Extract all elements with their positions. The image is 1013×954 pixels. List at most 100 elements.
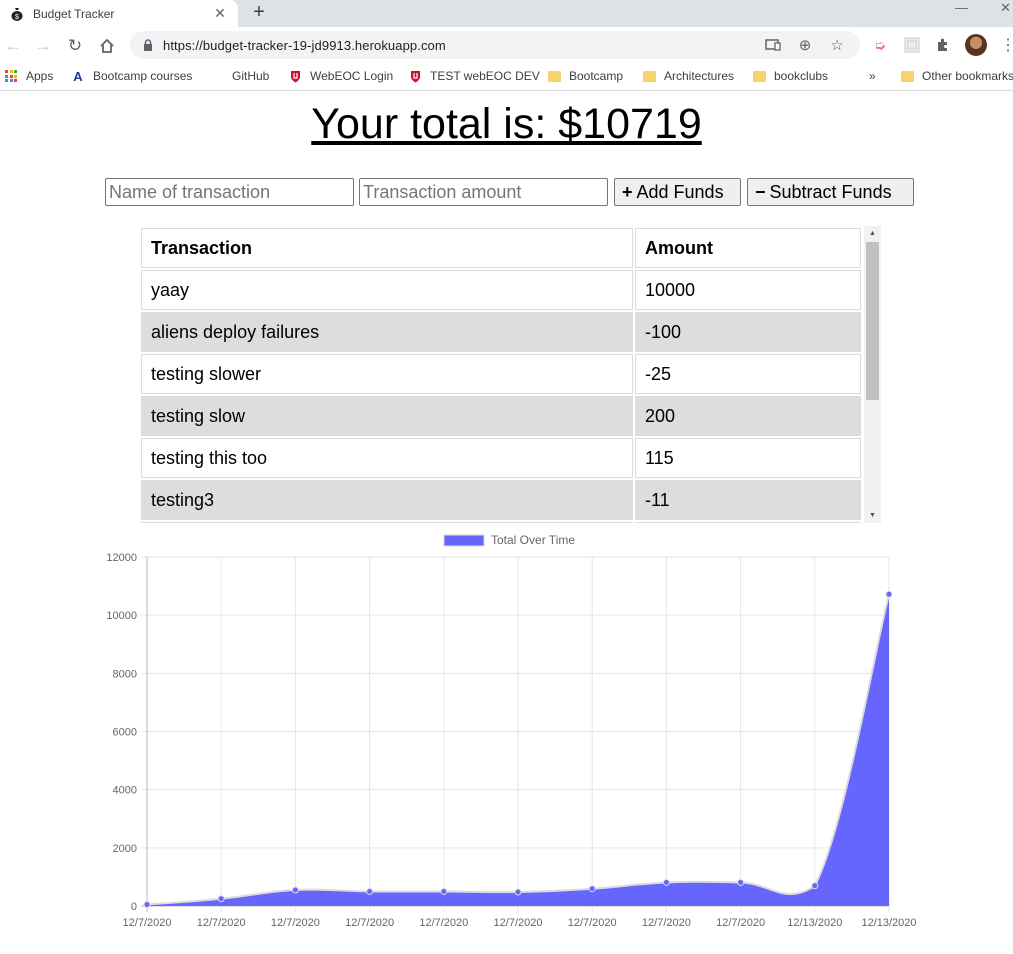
- close-tab-icon[interactable]: ✕: [212, 5, 228, 22]
- zoom-plus-icon[interactable]: ⊕: [796, 36, 814, 54]
- transaction-amount-cell: [635, 522, 861, 523]
- transaction-name-cell: aliens deploy failures: [141, 312, 633, 352]
- transactions-table-container[interactable]: Transaction Amount yaay 10000 aliens dep…: [139, 226, 881, 523]
- bookmark-label: Architectures: [664, 69, 735, 83]
- subtract-funds-label: Subtract Funds: [769, 181, 892, 202]
- scroll-up-arrow-icon[interactable]: ▲: [864, 226, 881, 241]
- bookmark-star-icon[interactable]: ☆: [828, 36, 846, 54]
- tab-strip: $ Budget Tracker ✕ + — ✕: [0, 0, 1013, 27]
- back-arrow-icon[interactable]: ←: [2, 35, 24, 57]
- transactions-table: Transaction Amount yaay 10000 aliens dep…: [139, 226, 863, 523]
- home-icon[interactable]: [96, 35, 118, 57]
- data-point: [588, 885, 596, 893]
- add-funds-button[interactable]: + Add Funds: [614, 178, 741, 206]
- table-row: [141, 522, 861, 523]
- y-tick-label: 10000: [106, 610, 137, 622]
- legend-swatch: [443, 534, 485, 547]
- address-bar[interactable]: https://budget-tracker-19-jd9913.herokua…: [130, 31, 860, 59]
- table-row: testing this too 115: [141, 438, 861, 478]
- transaction-amount-cell: -11: [635, 480, 861, 520]
- bookmark-label: WebEOC Login: [310, 69, 394, 83]
- browser-toolbar: ← → ↻ https://budget-tracker-19-jd9913.h…: [0, 27, 1013, 64]
- x-tick-label: 12/7/2020: [419, 917, 468, 929]
- bookmarks-overflow-button[interactable]: »: [869, 69, 876, 83]
- bookmark-apps[interactable]: Apps: [4, 69, 53, 83]
- close-window-icon[interactable]: ✕: [1000, 0, 1011, 16]
- y-tick-label: 4000: [113, 785, 137, 797]
- minus-icon: −: [755, 181, 766, 202]
- column-header-transaction: Transaction: [141, 228, 633, 268]
- bookmark-label: Bootcamp courses: [93, 69, 193, 83]
- forward-arrow-icon[interactable]: →: [32, 35, 54, 57]
- data-point: [217, 895, 225, 903]
- bookmark-label: Other bookmarks: [922, 69, 1013, 83]
- data-point: [291, 886, 299, 894]
- plus-icon: +: [622, 181, 633, 202]
- column-header-amount: Amount: [635, 228, 861, 268]
- data-point: [440, 887, 448, 895]
- profile-avatar[interactable]: [965, 34, 987, 56]
- bookmark-folder-bookclubs[interactable]: bookclubs: [752, 69, 828, 83]
- cast-icon[interactable]: [764, 36, 782, 54]
- transaction-amount-input[interactable]: [359, 178, 608, 206]
- reload-icon[interactable]: ↻: [64, 35, 86, 57]
- table-row: yaay 10000: [141, 270, 861, 310]
- browser-menu-icon[interactable]: ⋮: [1000, 35, 1013, 55]
- bookmark-other-bookmarks[interactable]: Other bookmarks: [900, 69, 1013, 83]
- folder-icon: [642, 69, 656, 83]
- x-tick-label: 12/7/2020: [642, 917, 691, 929]
- extension-arrow-icon[interactable]: ➭: [870, 35, 890, 55]
- bookmark-label: Apps: [26, 69, 54, 83]
- bookmark-label: TEST webEOC DEV: [430, 69, 540, 83]
- bookmark-label: GitHub: [232, 69, 270, 83]
- bookmark-webeoc-login[interactable]: WebEOC Login: [288, 69, 393, 83]
- new-tab-button[interactable]: +: [248, 1, 270, 23]
- chart-canvas: 0 2000 4000 6000 8000 10000 12000 12/7/2020 12/7…: [106, 533, 916, 929]
- data-point: [811, 882, 819, 890]
- lock-icon[interactable]: [142, 39, 154, 52]
- transaction-amount-cell: -25: [635, 354, 861, 394]
- legend-label: Total Over Time: [491, 533, 575, 547]
- total-over-time-chart: 0 2000 4000 6000 8000 10000 12000 12/7/2020 12/7…: [0, 528, 1013, 949]
- transaction-name-cell: testing slow: [141, 396, 633, 436]
- x-tick-label: 12/7/2020: [568, 917, 617, 929]
- bookmark-bootcamp-courses[interactable]: A Bootcamp courses: [71, 68, 193, 84]
- bookmarks-bar: Apps A Bootcamp courses GitHub WebEOC Lo…: [0, 64, 1013, 91]
- x-tick-label: 12/7/2020: [345, 917, 394, 929]
- bookmark-github[interactable]: GitHub: [232, 69, 269, 83]
- y-tick-label: 2000: [113, 843, 137, 855]
- folder-icon: [900, 69, 914, 83]
- transaction-name-cell: testing slower: [141, 354, 633, 394]
- bookmark-label: Bootcamp: [569, 69, 624, 83]
- transaction-name-cell: [141, 522, 633, 523]
- apps-grid-icon: [4, 69, 18, 83]
- bookmark-folder-bootcamp[interactable]: Bootcamp: [547, 69, 623, 83]
- svg-text:$: $: [15, 14, 19, 21]
- y-tick-label: 0: [131, 901, 137, 913]
- extensions-puzzle-icon[interactable]: [933, 35, 953, 55]
- transaction-name-input[interactable]: [105, 178, 354, 206]
- bookmark-test-webeoc-dev[interactable]: TEST webEOC DEV: [408, 69, 540, 83]
- transaction-name-cell: testing3: [141, 480, 633, 520]
- university-logo-icon: A: [73, 68, 83, 84]
- scrollbar-thumb[interactable]: [866, 242, 879, 400]
- browser-tab[interactable]: $ Budget Tracker ✕: [0, 0, 238, 27]
- transaction-name-cell: yaay: [141, 270, 633, 310]
- data-point: [737, 878, 745, 886]
- table-row: testing3 -11: [141, 480, 861, 520]
- shield-icon: [408, 69, 422, 83]
- minimize-icon[interactable]: —: [955, 0, 968, 15]
- transaction-amount-cell: 115: [635, 438, 861, 478]
- bookmark-folder-architectures[interactable]: Architectures: [642, 69, 734, 83]
- subtract-funds-button[interactable]: − Subtract Funds: [747, 178, 914, 206]
- scroll-down-arrow-icon[interactable]: ▼: [864, 508, 881, 523]
- transaction-amount-cell: 10000: [635, 270, 861, 310]
- data-point: [366, 887, 374, 895]
- x-tick-label: 12/13/2020: [787, 917, 842, 929]
- transaction-amount-cell: -100: [635, 312, 861, 352]
- table-header-row: Transaction Amount: [141, 228, 861, 268]
- y-tick-label: 12000: [106, 552, 137, 564]
- table-scrollbar[interactable]: ▲ ▼: [864, 226, 881, 523]
- extension-grid-icon[interactable]: [902, 35, 922, 55]
- x-tick-label: 12/7/2020: [271, 917, 320, 929]
